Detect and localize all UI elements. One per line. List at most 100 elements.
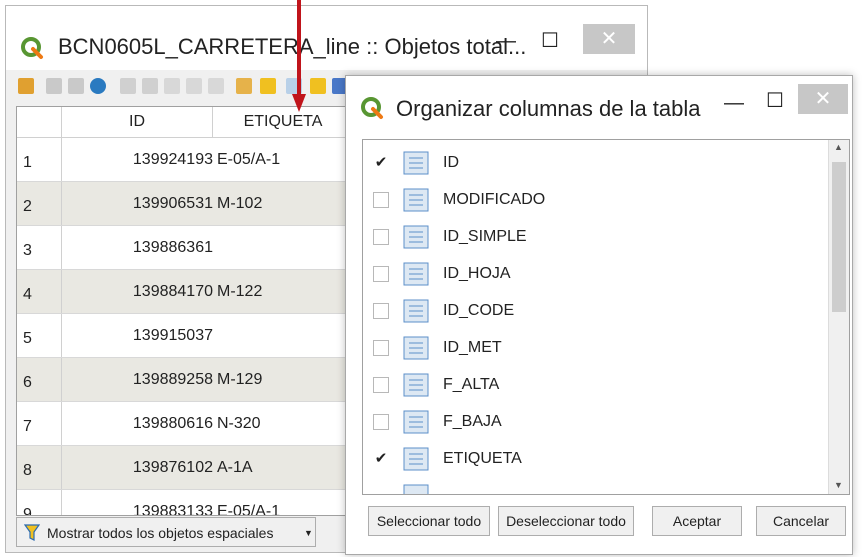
field-icon: [403, 225, 429, 249]
save-edits-icon[interactable]: [68, 78, 84, 94]
minimize-button[interactable]: —: [724, 92, 744, 115]
row-number: 2: [23, 198, 32, 215]
list-item[interactable]: MODIFICADO: [363, 181, 829, 218]
add-feature-icon[interactable]: [120, 78, 136, 94]
column-name: ID_HOJA: [443, 265, 511, 282]
scroll-up-icon[interactable]: ▲: [834, 142, 843, 152]
row-number: 7: [23, 418, 32, 435]
qgis-logo-icon: [20, 36, 44, 60]
table-row[interactable]: 5 139915037: [17, 314, 345, 358]
list-item[interactable]: F_ALTA: [363, 366, 829, 403]
column-checkbox[interactable]: [373, 303, 389, 319]
column-checkbox[interactable]: [373, 377, 389, 393]
list-item[interactable]: ✔ ETIQUETA: [363, 440, 829, 477]
column-header-id[interactable]: ID: [62, 107, 213, 138]
attribute-grid: ID ETIQUETA 1 139924193 E-05/A-1 2 13990…: [16, 106, 346, 516]
column-name: F_ALTA: [443, 376, 500, 393]
table-row[interactable]: 9 139883133 E-05/A-1: [17, 490, 345, 516]
dropdown-arrow-icon: ▼: [304, 528, 313, 538]
corner-header: [17, 107, 62, 138]
copy-icon[interactable]: [186, 78, 202, 94]
scroll-down-icon[interactable]: ▼: [834, 480, 843, 490]
select-all-button[interactable]: Seleccionar todo: [368, 506, 490, 536]
table-row[interactable]: 4 139884170 M-122: [17, 270, 345, 314]
table-row[interactable]: 2 139906531 M-102: [17, 182, 345, 226]
columns-list: ✔ ID MODIFICADO ID_SIMPLE ID_HOJA ID_COD…: [362, 139, 850, 495]
column-checkbox[interactable]: [373, 229, 389, 245]
accept-button[interactable]: Aceptar: [652, 506, 742, 536]
field-icon: [403, 262, 429, 286]
field-icon: [403, 447, 429, 471]
filter-funnel-icon: [23, 524, 41, 545]
maximize-button[interactable]: ☐: [541, 28, 559, 53]
list-item[interactable]: F_BAJA: [363, 403, 829, 440]
paste-icon[interactable]: [208, 78, 224, 94]
cancel-button[interactable]: Cancelar: [756, 506, 846, 536]
cell-etiqueta: M-122: [217, 283, 263, 300]
reload-icon[interactable]: [90, 78, 106, 94]
list-item-partial[interactable]: [363, 477, 829, 494]
close-button[interactable]: ✕: [583, 24, 635, 54]
list-item[interactable]: ID_CODE: [363, 292, 829, 329]
list-item[interactable]: ✔ ID: [363, 144, 829, 181]
row-number: 6: [23, 374, 32, 391]
title-bar: BCN0605L_CARRETERA_line :: Objetos total…: [6, 6, 647, 70]
column-checkbox[interactable]: ✔: [373, 155, 389, 171]
column-checkbox[interactable]: [373, 266, 389, 282]
column-checkbox[interactable]: [373, 192, 389, 208]
table-row[interactable]: 8 139876102 A-1A: [17, 446, 345, 490]
list-item[interactable]: ID_SIMPLE: [363, 218, 829, 255]
cell-id: 139889258: [132, 371, 213, 388]
filter-features-button[interactable]: Mostrar todos los objetos espaciales ▼: [16, 517, 316, 547]
row-number: 8: [23, 462, 32, 479]
field-icon: [403, 336, 429, 360]
column-checkbox[interactable]: [373, 340, 389, 356]
filter-button-label: Mostrar todos los objetos espaciales: [47, 525, 274, 541]
list-item[interactable]: ID_MET: [363, 329, 829, 366]
deselect-icon[interactable]: [310, 78, 326, 94]
cell-etiqueta: M-129: [217, 371, 263, 388]
table-row[interactable]: 1 139924193 E-05/A-1: [17, 138, 345, 182]
cell-id: 139886361: [132, 239, 213, 256]
field-icon: [403, 373, 429, 397]
edit-pencil-icon[interactable]: [18, 78, 34, 94]
dialog-title: Organizar columnas de la tabla: [396, 96, 701, 121]
column-name: ID_MET: [443, 339, 502, 356]
list-item[interactable]: ID_HOJA: [363, 255, 829, 292]
delete-feature-icon[interactable]: [142, 78, 158, 94]
cell-etiqueta: N-320: [217, 415, 261, 432]
cut-icon[interactable]: [164, 78, 180, 94]
field-icon: [403, 188, 429, 212]
select-all-icon[interactable]: [260, 78, 276, 94]
minimize-button[interactable]: —: [496, 30, 516, 53]
scrollbar-thumb[interactable]: [832, 162, 846, 312]
row-number: 3: [23, 242, 32, 259]
column-checkbox[interactable]: [373, 414, 389, 430]
table-row[interactable]: 7 139880616 N-320: [17, 402, 345, 446]
maximize-button[interactable]: ☐: [766, 88, 784, 113]
row-number: 9: [23, 506, 32, 516]
close-button[interactable]: ✕: [798, 84, 848, 114]
cell-id: 139915037: [132, 327, 213, 344]
table-row[interactable]: 6 139889258 M-129: [17, 358, 345, 402]
red-arrow-annotation: [292, 0, 306, 120]
cell-etiqueta: E-05/A-1: [217, 503, 281, 516]
organize-columns-dialog: Organizar columnas de la tabla — ☐ ✕ ✔ I…: [345, 75, 853, 555]
field-icon: [403, 151, 429, 175]
cell-etiqueta: E-05/A-1: [217, 151, 281, 168]
column-name: ID: [443, 154, 459, 171]
column-name: ID_SIMPLE: [443, 228, 527, 245]
column-name: MODIFICADO: [443, 191, 546, 208]
cell-id: 139906531: [132, 195, 213, 212]
vertical-scrollbar[interactable]: ▲ ▼: [828, 140, 849, 494]
field-icon: [403, 410, 429, 434]
row-number: 4: [23, 286, 32, 303]
column-checkbox[interactable]: ✔: [373, 451, 389, 467]
multi-edit-icon[interactable]: [46, 78, 62, 94]
deselect-all-button[interactable]: Deseleccionar todo: [498, 506, 634, 536]
cell-id: 139876102: [132, 459, 213, 476]
column-header-etiqueta[interactable]: ETIQUETA: [213, 107, 345, 138]
expression-select-icon[interactable]: [236, 78, 252, 94]
table-row[interactable]: 3 139886361: [17, 226, 345, 270]
row-number: 5: [23, 330, 32, 347]
